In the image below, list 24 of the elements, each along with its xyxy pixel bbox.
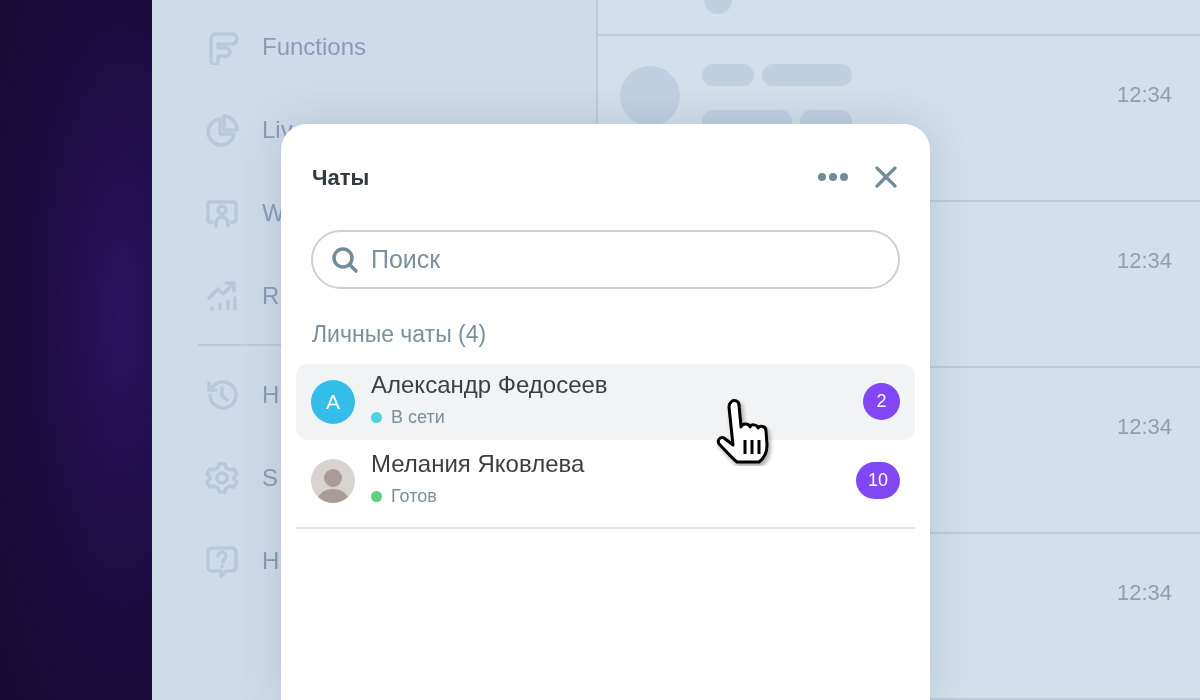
search-icon [331,246,359,274]
menu-item-label: R [262,281,280,311]
contact-name: Александр Федосеев [371,372,608,399]
panel-title: Чаты [312,163,370,192]
contact-name: Мелания Яковлева [371,451,585,478]
close-button[interactable] [873,164,899,190]
unread-count: 2 [863,383,900,420]
menu-item-label: Functions [262,32,367,62]
menu-item-label: H [262,546,280,576]
search-field[interactable]: Поиск [311,230,900,289]
status-text: Готов [391,484,437,508]
message-time: 12:34 [1116,413,1172,441]
avatar-initial: А [311,379,355,424]
menu-item-label: H [262,380,280,410]
chat-list-item[interactable]: А Александр Федосеев В сети 2 [296,363,915,440]
section-heading: Личные чаты (4) [312,320,488,349]
status-text: В сети [391,405,445,429]
menu-item-label: S [262,463,278,493]
person-avatar [311,458,355,503]
message-time: 12:34 [1116,81,1172,109]
message-time: 12:34 [1116,247,1172,275]
chat-list-item[interactable]: Мелания Яковлева Готов 10 [296,442,915,519]
unread-count: 10 [855,462,900,499]
message-time: 12:34 [1116,579,1172,607]
